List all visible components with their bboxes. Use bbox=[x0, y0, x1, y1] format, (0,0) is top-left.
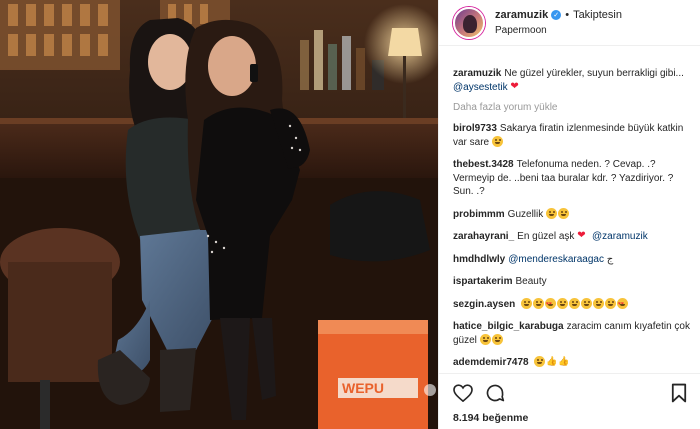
photo-scene: WEPU bbox=[0, 0, 438, 429]
comment-item: birol9733 Sakarya firatin izlenmesinde bü… bbox=[453, 122, 691, 149]
header-user-line: zaramuzik ✓ • Takiptesin bbox=[495, 8, 622, 23]
comment-text: Beauty bbox=[515, 276, 547, 287]
verified-badge-icon: ✓ bbox=[551, 10, 562, 20]
post-location[interactable]: Papermoon bbox=[495, 23, 622, 38]
comment-item: sezgin.aysen bbox=[453, 297, 691, 311]
comment-text: ج bbox=[606, 253, 614, 265]
smiley-emoji-icon bbox=[533, 297, 545, 309]
smiley-emoji-icon bbox=[569, 297, 581, 309]
load-more-comments-link[interactable]: Daha fazla yorum yükle bbox=[453, 102, 691, 113]
smiley-emoji-icon bbox=[546, 207, 558, 219]
comment-username[interactable]: hmdhdlwly bbox=[453, 254, 505, 265]
smiley-emoji-icon bbox=[558, 207, 570, 219]
smiley-emoji-icon bbox=[491, 333, 503, 345]
svg-text:WEPU: WEPU bbox=[342, 380, 384, 396]
speech-bubble-icon[interactable] bbox=[485, 383, 505, 403]
comment-mention[interactable]: @mendereskaraagac bbox=[508, 254, 604, 265]
caption-username[interactable]: zaramuzik bbox=[453, 68, 501, 79]
red-heart-emoji-icon bbox=[577, 229, 588, 243]
comment-text: En güzel aşk bbox=[517, 231, 575, 242]
action-icons bbox=[453, 382, 687, 404]
caption: zaramuzik Ne güzel yürekler, suyun berrak… bbox=[453, 67, 691, 94]
post-photo[interactable]: WEPU bbox=[0, 0, 438, 429]
follow-status-button[interactable]: Takiptesin bbox=[573, 8, 622, 23]
comment-username[interactable]: hatice_bilgic_karabuga bbox=[453, 321, 564, 332]
smiley-emoji-icon bbox=[534, 356, 546, 367]
header-text: zaramuzik ✓ • Takiptesin Papermoon bbox=[495, 8, 622, 38]
like-count[interactable]: 8.194 beğenme bbox=[453, 412, 687, 424]
profile-avatar[interactable] bbox=[453, 6, 485, 39]
smiley-emoji-icon bbox=[491, 135, 503, 147]
heart-eyes-emoji-icon bbox=[617, 297, 629, 311]
comment-item: zarahayrani_En güzel aşk @zaramuzik bbox=[453, 229, 691, 244]
comment-username[interactable]: birol9733 bbox=[453, 123, 497, 134]
smiley-emoji-icon bbox=[593, 297, 605, 309]
post-details-panel: zaramuzik ✓ • Takiptesin Papermoon zaram… bbox=[438, 0, 700, 429]
caption-text: Ne güzel yürekler, suyun berrakligi gibi… bbox=[504, 68, 684, 79]
comment-item: ademdemir7478 bbox=[453, 355, 691, 370]
comment-text: Guzellik bbox=[507, 208, 544, 220]
comments-list[interactable]: zaramuzik Ne güzel yürekler, suyun berrak… bbox=[439, 47, 700, 373]
smiley-emoji-icon bbox=[581, 297, 593, 309]
comment-username[interactable]: probimmm bbox=[453, 209, 505, 220]
thumbs-up-emoji-icon bbox=[546, 355, 557, 369]
heart-eyes-emoji-icon bbox=[545, 297, 557, 311]
comment-item: thebest.3428 Telefonuma neden. ? Cevap. .… bbox=[453, 158, 691, 199]
comment-item: hmdhdlwly @mendereskaraagac ج bbox=[453, 253, 691, 267]
comment-username[interactable]: zarahayrani_ bbox=[453, 231, 514, 242]
smiley-emoji-icon bbox=[605, 297, 617, 309]
heart-outline-icon[interactable] bbox=[453, 384, 473, 402]
comment-username[interactable]: ademdemir7478 bbox=[453, 357, 529, 368]
post-username[interactable]: zaramuzik bbox=[495, 8, 548, 23]
red-heart-emoji-icon bbox=[510, 80, 521, 94]
separator-dot: • bbox=[565, 8, 570, 21]
instagram-post: WEPU zaramuzik ✓ • Takiptesin Papermoon … bbox=[0, 0, 700, 429]
bookmark-icon[interactable] bbox=[671, 383, 687, 403]
caption-mention[interactable]: @aysestetik bbox=[453, 82, 508, 93]
comment-item: hatice_bilgic_karabuga zaracim canım kıya… bbox=[453, 320, 691, 347]
comment-item: ispartakerim Beauty bbox=[453, 275, 691, 289]
smiley-emoji-icon bbox=[521, 297, 533, 309]
post-header: zaramuzik ✓ • Takiptesin Papermoon bbox=[439, 0, 700, 46]
thumbs-up-emoji-icon bbox=[558, 355, 569, 369]
comment-username[interactable]: thebest.3428 bbox=[453, 159, 514, 170]
comment-mention[interactable]: @zaramuzik bbox=[592, 231, 648, 242]
post-actions: 8.194 beğenme bbox=[439, 373, 700, 429]
smiley-emoji-icon bbox=[479, 333, 491, 345]
comment-username[interactable]: sezgin.aysen bbox=[453, 299, 515, 310]
comment-item: probimmm Guzellik bbox=[453, 207, 691, 222]
comment-username[interactable]: ispartakerim bbox=[453, 276, 512, 287]
smiley-emoji-icon bbox=[557, 297, 569, 309]
